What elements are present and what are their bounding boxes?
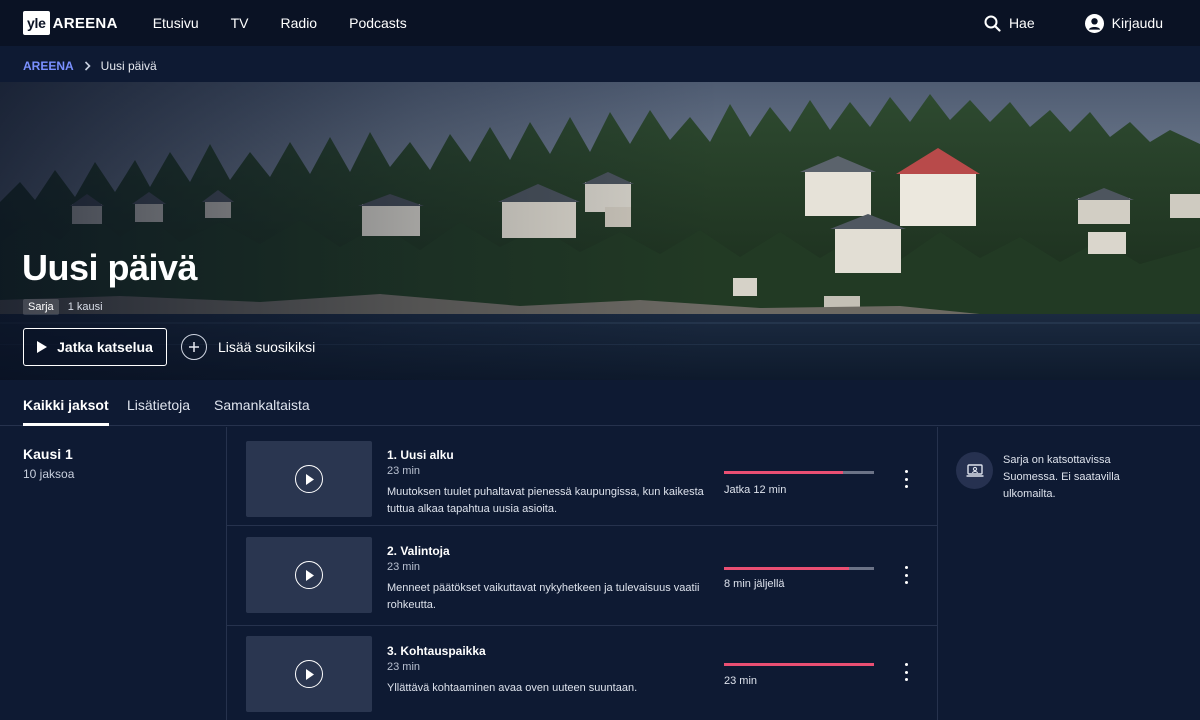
episode-row[interactable]: 1. Uusi alku 23 min Muutoksen tuulet puh…	[227, 427, 938, 526]
availability-info: Sarja on katsottavissa Suomessa. Ei saat…	[956, 452, 1153, 503]
content-tabs: Kaikki jaksot Lisätietoja Samankaltaista	[0, 380, 1200, 426]
user-icon	[1084, 13, 1104, 33]
episode-duration: 23 min	[387, 561, 421, 573]
series-type-badge: Sarja	[23, 299, 59, 315]
episode-title[interactable]: 2. Valintoja	[387, 544, 450, 558]
season-title: Kausi 1	[23, 446, 73, 462]
nav-link-radio[interactable]: Radio	[281, 15, 318, 31]
nav-actions: Hae Kirjaudu	[984, 0, 1200, 46]
yle-areena-logo[interactable]: yle AREENA	[23, 11, 118, 35]
play-icon	[295, 561, 323, 589]
continue-watching-button[interactable]: Jatka katselua	[23, 328, 167, 366]
episode-duration: 23 min	[387, 661, 421, 673]
season-selector[interactable]: Kausi 1 10 jaksoa	[23, 446, 74, 481]
episode-thumbnail[interactable]	[246, 441, 372, 517]
episode-list: 1. Uusi alku 23 min Muutoksen tuulet puh…	[226, 427, 938, 720]
episode-title[interactable]: 1. Uusi alku	[387, 448, 454, 462]
episode-count: 10 jaksoa	[23, 467, 75, 481]
nav-link-tv[interactable]: TV	[231, 15, 249, 31]
series-title: Uusi päivä	[22, 247, 198, 288]
hero-banner: Uusi päivä Sarja 1 kausi Jatka katselua …	[0, 82, 1200, 380]
breadcrumb-root-link[interactable]: AREENA	[23, 59, 74, 73]
episode-duration: 23 min	[387, 465, 421, 477]
episode-description: Muutoksen tuulet puhaltavat pienessä kau…	[387, 486, 704, 515]
region-availability-icon	[956, 452, 993, 489]
search-icon	[984, 15, 1001, 32]
top-navigation: yle AREENA Etusivu TV Radio Podcasts Hae…	[0, 0, 1200, 46]
episode-status: 8 min jäljellä	[724, 578, 785, 590]
yle-logo-mark: yle	[23, 11, 50, 35]
main-menu: Etusivu TV Radio Podcasts	[136, 15, 422, 31]
episode-status: Jatka 12 min	[724, 484, 787, 496]
tab-similar[interactable]: Samankaltaista	[214, 397, 310, 426]
add-favorite-button[interactable]: Lisää suosikiksi	[181, 334, 315, 360]
areena-logo-text: AREENA	[52, 14, 118, 32]
play-icon	[295, 660, 323, 688]
more-options-icon[interactable]	[899, 566, 913, 584]
search-label: Hae	[1008, 15, 1035, 31]
availability-text: Sarja on katsottavissa Suomessa. Ei saat…	[1003, 454, 1120, 500]
plus-icon	[181, 334, 207, 360]
play-icon	[295, 465, 323, 493]
tab-all-episodes[interactable]: Kaikki jaksot	[23, 397, 109, 426]
nav-link-etusivu[interactable]: Etusivu	[153, 15, 199, 31]
play-icon	[37, 341, 48, 353]
chevron-right-icon	[84, 61, 91, 71]
add-favorite-label: Lisää suosikiksi	[218, 339, 316, 355]
login-button[interactable]: Kirjaudu	[1084, 13, 1163, 33]
season-count: 1 kausi	[67, 301, 103, 313]
login-label: Kirjaudu	[1111, 15, 1163, 31]
breadcrumb-current: Uusi päivä	[100, 59, 157, 73]
watch-progress-fill	[724, 567, 849, 570]
episode-description: Yllättävä kohtaaminen avaa oven uuteen s…	[387, 682, 638, 694]
more-options-icon[interactable]	[899, 663, 913, 681]
continue-watching-label: Jatka katselua	[57, 339, 153, 355]
watch-progress-bar	[724, 567, 874, 570]
series-meta: Sarja 1 kausi	[23, 299, 103, 315]
nav-link-podcasts[interactable]: Podcasts	[349, 15, 407, 31]
episode-thumbnail[interactable]	[246, 537, 372, 613]
episode-row[interactable]: 2. Valintoja 23 min Menneet päätökset va…	[227, 526, 938, 626]
episode-thumbnail[interactable]	[246, 636, 372, 712]
episode-description: Menneet päätökset vaikuttavat nykyhetkee…	[387, 582, 700, 611]
breadcrumb: AREENA Uusi päivä	[23, 58, 157, 74]
search-button[interactable]: Hae	[984, 15, 1035, 32]
watch-progress-bar	[724, 471, 874, 474]
watch-progress-bar	[724, 663, 874, 666]
watch-progress-fill	[724, 471, 843, 474]
episode-row[interactable]: 3. Kohtauspaikka 23 min Yllättävä kohtaa…	[227, 626, 938, 720]
more-options-icon[interactable]	[899, 470, 913, 488]
hero-gradient-overlay	[0, 82, 1200, 380]
episode-title[interactable]: 3. Kohtauspaikka	[387, 644, 486, 658]
watch-progress-fill	[724, 663, 874, 666]
episode-status: 23 min	[724, 675, 758, 687]
tab-more-info[interactable]: Lisätietoja	[127, 397, 190, 426]
